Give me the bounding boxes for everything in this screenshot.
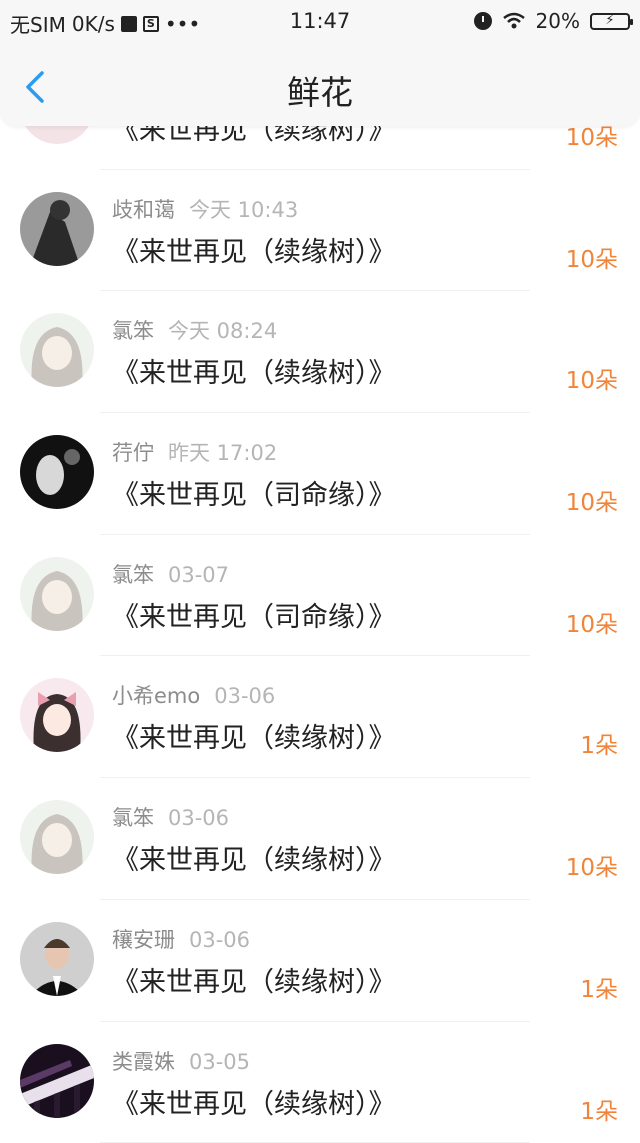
list-item[interactable]: 荇佇昨天 17:02 《来世再见（司命缘）》 10朵	[0, 413, 640, 535]
avatar[interactable]	[20, 922, 94, 996]
send-time: 03-07	[168, 563, 229, 587]
flower-count: 10朵	[566, 240, 618, 274]
sender-name: 类霞姝	[112, 1050, 175, 1074]
sender-name: 歧和蔼	[112, 198, 175, 222]
song-title: 《来世再见（司命缘）》	[112, 473, 396, 512]
song-title: 《来世再见（续缘树）》	[112, 351, 396, 390]
avatar[interactable]	[20, 313, 94, 387]
sender-name: 小希emo	[112, 684, 200, 708]
flower-count: 10朵	[566, 605, 618, 639]
list-item[interactable]: 歧和蔼今天 10:43 《来世再见（续缘树）》 10朵	[0, 170, 640, 292]
battery-icon: ⚡	[590, 13, 630, 30]
status-right: 20% ⚡	[474, 9, 630, 33]
sender-meta: 小希emo 03-06	[112, 680, 275, 710]
sender-meta: 穰安珊 03-06	[112, 924, 250, 954]
wifi-icon	[502, 12, 526, 30]
sender-meta: 类霞姝 03-05	[112, 1046, 250, 1076]
list-item[interactable]: 小希emo 03-06 《来世再见（续缘树）》 1朵	[0, 656, 640, 778]
sender-meta: 氯笨 03-07	[112, 559, 229, 589]
sender-name: 氯笨	[112, 319, 154, 343]
send-time: 03-05	[189, 1050, 250, 1074]
song-title: 《来世再见（续缘树）》	[112, 838, 396, 877]
list-item[interactable]: 氯笨 03-06 《来世再见（续缘树）》 10朵	[0, 778, 640, 900]
alarm-icon	[474, 12, 492, 30]
avatar[interactable]	[20, 557, 94, 631]
song-title: 《来世再见（续缘树）》	[112, 960, 396, 999]
status-bar: 无SIM 0K/s S ••• 11:47 20% ⚡	[0, 0, 640, 44]
song-title: 《来世再见（续缘树）》	[112, 230, 396, 269]
sender-meta: 氯笨 03-06	[112, 802, 229, 832]
sender-name: 氯笨	[112, 806, 154, 830]
list-item[interactable]: 氯笨 03-07 《来世再见（司命缘）》 10朵	[0, 535, 640, 657]
sender-meta: 氯笨今天 08:24	[112, 315, 277, 345]
flower-count: 1朵	[580, 726, 618, 760]
send-time: 今天 10:43	[189, 198, 298, 222]
sender-name: 穰安珊	[112, 928, 175, 952]
nav-bar: 鲜花	[0, 44, 640, 126]
send-time: 03-06	[189, 928, 250, 952]
song-title: 《来世再见（续缘树）》	[112, 716, 396, 755]
flower-count: 10朵	[566, 361, 618, 395]
battery-percent: 20%	[536, 9, 580, 33]
list-item[interactable]: 氯笨今天 08:24 《来世再见（续缘树）》 10朵	[0, 291, 640, 413]
avatar[interactable]	[20, 678, 94, 752]
send-time: 03-06	[214, 684, 275, 708]
song-title: 《来世再见（司命缘）》	[112, 595, 396, 634]
sender-meta: 荇佇昨天 17:02	[112, 437, 277, 467]
flower-count: 1朵	[580, 970, 618, 1004]
send-time: 03-06	[168, 806, 229, 830]
flower-count: 10朵	[566, 483, 618, 517]
flower-count: 1朵	[580, 1092, 618, 1126]
sender-meta: 歧和蔼今天 10:43	[112, 194, 298, 224]
avatar[interactable]	[20, 435, 94, 509]
avatar[interactable]	[20, 1044, 94, 1118]
send-time: 昨天 17:02	[168, 441, 277, 465]
list-item[interactable]: 穰安珊 03-06 《来世再见（续缘树）》 1朵	[0, 900, 640, 1022]
gift-list: 《来世再见（续缘树）》 10朵 歧和蔼今天 10:43 《来世再见（续缘树）》 …	[0, 48, 640, 1143]
avatar[interactable]	[20, 800, 94, 874]
avatar[interactable]	[20, 192, 94, 266]
flower-count: 10朵	[566, 848, 618, 882]
sender-name: 氯笨	[112, 563, 154, 587]
send-time: 今天 08:24	[168, 319, 277, 343]
sender-name: 荇佇	[112, 441, 154, 465]
song-title: 《来世再见（续缘树）》	[112, 1082, 396, 1121]
list-item[interactable]: 类霞姝 03-05 《来世再见（续缘树）》 1朵	[0, 1022, 640, 1143]
page-title: 鲜花	[0, 66, 640, 114]
